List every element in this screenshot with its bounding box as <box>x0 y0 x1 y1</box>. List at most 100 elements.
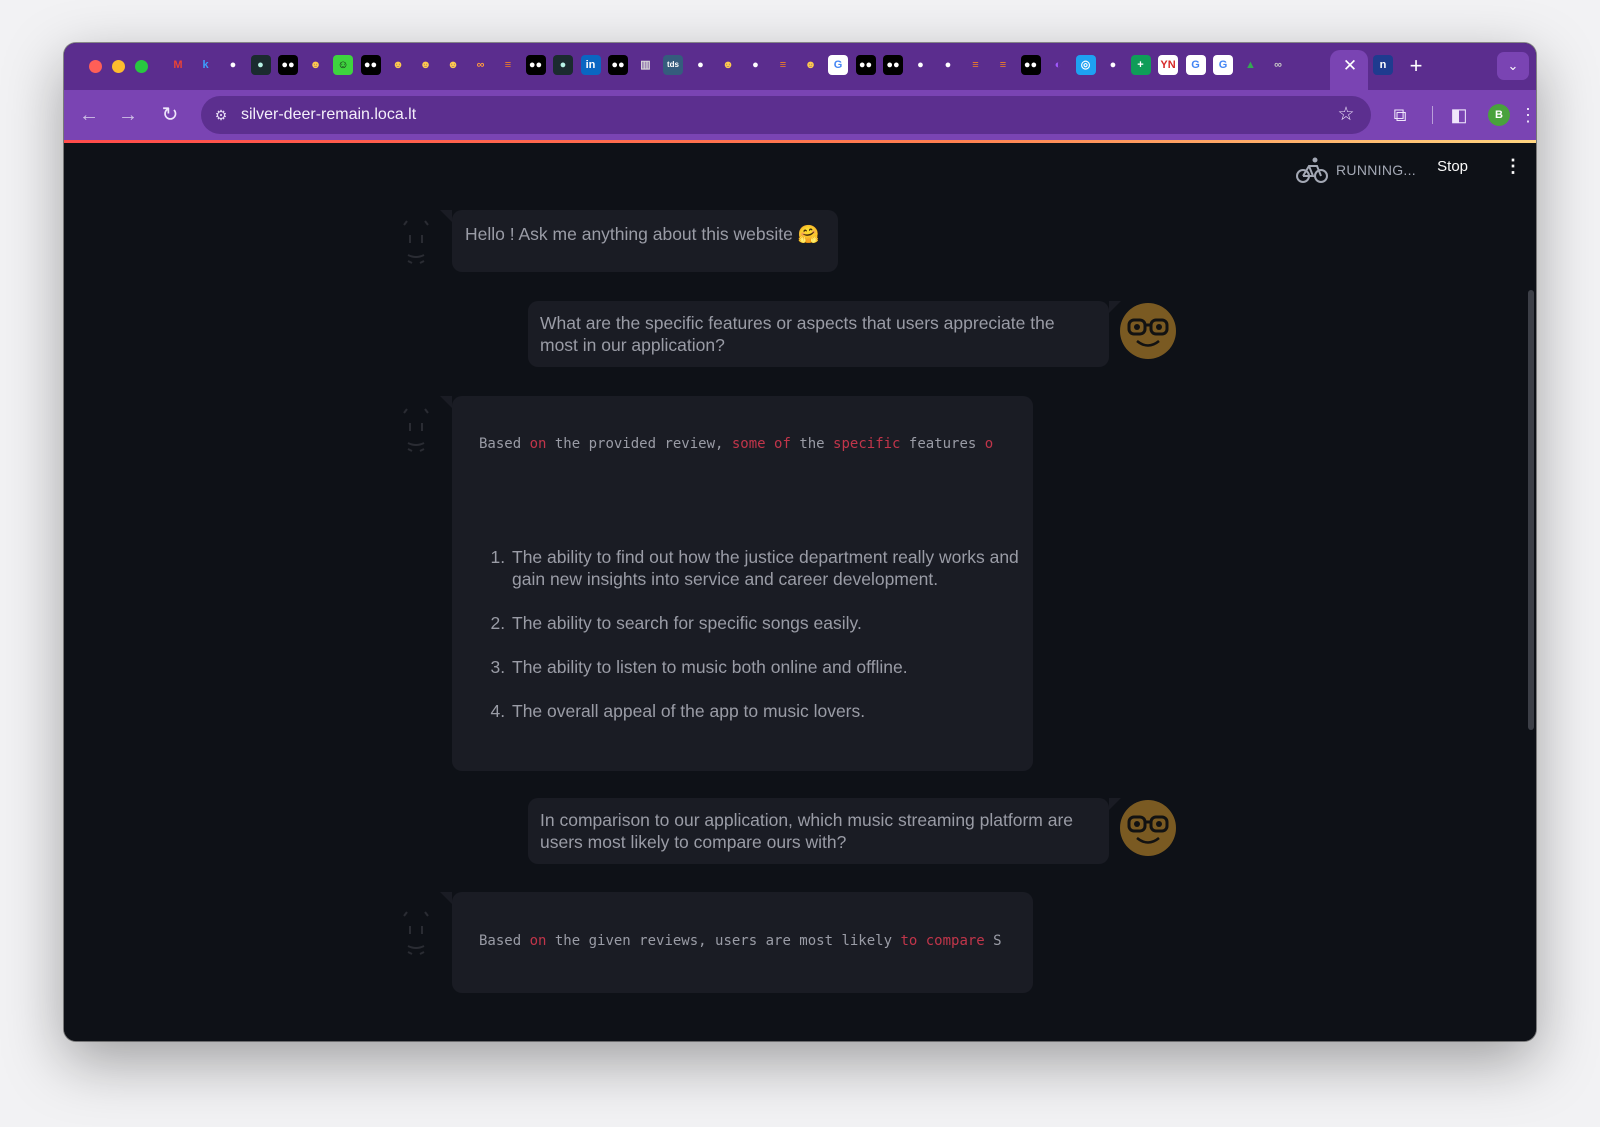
features-list: The ability to find out how the justice … <box>490 546 1030 744</box>
code-keyword: some of <box>731 436 791 452</box>
medium-icon[interactable]: ●● <box>855 55 876 75</box>
huggingface-icon[interactable]: ☻ <box>306 55 326 75</box>
sheets-plus-icon[interactable]: + <box>1130 55 1151 75</box>
side-panel-icon[interactable]: ◧ <box>1446 102 1472 128</box>
code-text: Based <box>479 933 530 949</box>
github-icon[interactable]: ● <box>911 55 931 75</box>
code-text: features <box>900 436 985 452</box>
medium-icon[interactable]: ●● <box>525 55 546 75</box>
bot-avatar-icon <box>403 220 429 264</box>
infinity-icon[interactable]: ∞ <box>471 55 491 75</box>
address-bar[interactable]: ⚙ silver-deer-remain.loca.lt ☆ <box>201 96 1371 134</box>
stop-button[interactable]: Stop <box>1437 158 1468 175</box>
stackoverflow-icon[interactable]: ≡ <box>993 55 1013 75</box>
tab-strip: Mk ● ● ●● ☻ ☺ ●● ☻ ☻ ☻ ∞ ≡ ●● ● in ●● ▥ tds ● ☻ ● ≡ ☻ G ●● ●● ● ● ≡ ≡… <box>64 43 1536 90</box>
close-window-button[interactable] <box>89 60 102 73</box>
page-scrollbar[interactable] <box>1528 290 1534 730</box>
huggingface-icon[interactable]: ☻ <box>388 55 408 75</box>
k-icon[interactable]: k <box>196 55 216 75</box>
stackoverflow-icon[interactable]: ≡ <box>773 55 793 75</box>
new-tab-button[interactable]: + <box>1406 54 1426 78</box>
stackoverflow-icon[interactable]: ≡ <box>966 55 986 75</box>
running-progress-bar <box>64 140 1536 143</box>
bot-avatar-icon <box>403 911 429 955</box>
forward-arrow-icon[interactable]: → <box>115 102 141 128</box>
gmail-icon[interactable]: M <box>168 55 188 75</box>
running-status-text: RUNNING... <box>1336 162 1416 178</box>
site-settings-icon[interactable]: ⚙ <box>211 105 231 125</box>
code-keyword: specific <box>833 436 901 452</box>
linkedin-icon[interactable]: in <box>580 55 601 75</box>
bot-message-text: Hello ! Ask me anything about this websi… <box>465 224 820 244</box>
github-icon[interactable]: ● <box>691 55 711 75</box>
browser-toolbar: ← → ↻ ⚙ silver-deer-remain.loca.lt ☆ ⧉ ◧… <box>64 90 1536 140</box>
github-icon[interactable]: ● <box>223 55 243 75</box>
streamlit-app: RUNNING... Stop ⋮ Hello ! Ask me anythin… <box>64 140 1536 1041</box>
list-item: The ability to search for specific songs… <box>510 612 1030 634</box>
browser-menu-icon[interactable]: ⋮ <box>1515 102 1536 128</box>
infinity-icon[interactable]: ∞ <box>1268 55 1288 75</box>
toolbar-divider <box>1432 106 1433 124</box>
tds-icon[interactable]: tds <box>663 55 683 75</box>
code-keyword: on <box>529 933 547 949</box>
code-text: Based <box>479 436 530 452</box>
bicycle-running-icon <box>1296 157 1328 183</box>
github-icon[interactable]: ● <box>1103 55 1123 75</box>
app-menu-icon[interactable]: ⋮ <box>1504 156 1522 176</box>
minimize-window-button[interactable] <box>112 60 125 73</box>
github-icon[interactable]: ● <box>938 55 958 75</box>
github-icon[interactable]: ● <box>746 55 766 75</box>
smiley-icon[interactable]: ☺ <box>333 55 353 75</box>
google-drive-icon[interactable]: ▲ <box>1241 55 1261 75</box>
bot-avatar-icon <box>403 408 429 452</box>
medium-icon[interactable]: ●● <box>883 55 903 75</box>
extensions-puzzle-icon[interactable]: ⧉ <box>1387 102 1413 128</box>
list-item: The overall appeal of the app to music l… <box>510 700 1030 722</box>
bot-answer-code-line: Based on the provided review, some of th… <box>479 436 1019 452</box>
medium-icon[interactable]: ●● <box>1020 55 1041 75</box>
pill-icon[interactable]: ● <box>553 55 573 75</box>
browser-window: Mk ● ● ●● ☻ ☺ ●● ☻ ☻ ☻ ∞ ≡ ●● ● in ●● ▥ tds ● ☻ ● ≡ ☻ G ●● ●● ● ● ≡ ≡… <box>64 43 1536 1041</box>
medium-icon[interactable]: ●● <box>278 55 298 75</box>
user-avatar <box>1120 800 1176 856</box>
safari-icon[interactable]: ◎ <box>1075 55 1096 75</box>
url-text[interactable]: silver-deer-remain.loca.lt <box>241 106 416 124</box>
google-icon[interactable]: G <box>1213 55 1233 75</box>
list-item: The ability to listen to music both onli… <box>510 656 1030 678</box>
bot-answer-code-line: Based on the given reviews, users are mo… <box>479 933 1023 949</box>
google-icon[interactable]: G <box>828 55 848 75</box>
code-keyword: o <box>984 436 994 452</box>
figma-icon[interactable]: ◐ <box>1048 55 1068 75</box>
huggingface-icon[interactable]: ☻ <box>718 55 738 75</box>
huggingface-icon[interactable]: ☻ <box>416 55 436 75</box>
maximize-window-button[interactable] <box>135 60 148 73</box>
book-icon[interactable]: ▥ <box>636 55 656 75</box>
profile-avatar[interactable]: B <box>1488 104 1510 126</box>
code-text: S <box>984 933 1002 949</box>
user-message: What are the specific features or aspect… <box>528 301 1121 367</box>
code-text: the given reviews, users are most likely <box>546 933 901 949</box>
medium-icon[interactable]: ●● <box>360 55 381 75</box>
bookmark-star-icon[interactable]: ☆ <box>1335 104 1357 126</box>
pill-icon[interactable]: ● <box>250 55 271 75</box>
close-tab-icon[interactable]: ✕ <box>1342 56 1358 76</box>
bot-message: Hello ! Ask me anything about this websi… <box>440 210 838 272</box>
user-message: In comparison to our application, which … <box>528 798 1121 864</box>
back-arrow-icon[interactable]: ← <box>76 102 102 128</box>
tab-list: Mk ● ● ●● ☻ ☺ ●● ☻ ☻ ☻ ∞ ≡ ●● ● in ●● ▥ tds ● ☻ ● ≡ ☻ G ●● ●● ● ● ≡ ≡… <box>168 55 1388 77</box>
medium-icon[interactable]: ●● <box>608 55 628 75</box>
stackoverflow-icon[interactable]: ≡ <box>498 55 518 75</box>
user-avatar <box>1120 303 1176 359</box>
code-text: the provided review, <box>546 436 732 452</box>
reload-icon[interactable]: ↻ <box>157 102 183 128</box>
code-text: the <box>790 436 834 452</box>
yn-icon[interactable]: YN <box>1158 55 1178 75</box>
n-icon[interactable]: n <box>1373 55 1393 75</box>
huggingface-icon[interactable]: ☻ <box>443 55 463 75</box>
app-status: RUNNING... <box>1296 156 1416 184</box>
nerd-face-icon <box>1121 304 1175 358</box>
google-icon[interactable]: G <box>1185 55 1206 75</box>
tab-search-chevron-icon[interactable]: ⌄ <box>1497 52 1529 80</box>
huggingface-icon[interactable]: ☻ <box>801 55 821 75</box>
bot-answer: Based on the given reviews, users are mo… <box>440 892 1033 993</box>
